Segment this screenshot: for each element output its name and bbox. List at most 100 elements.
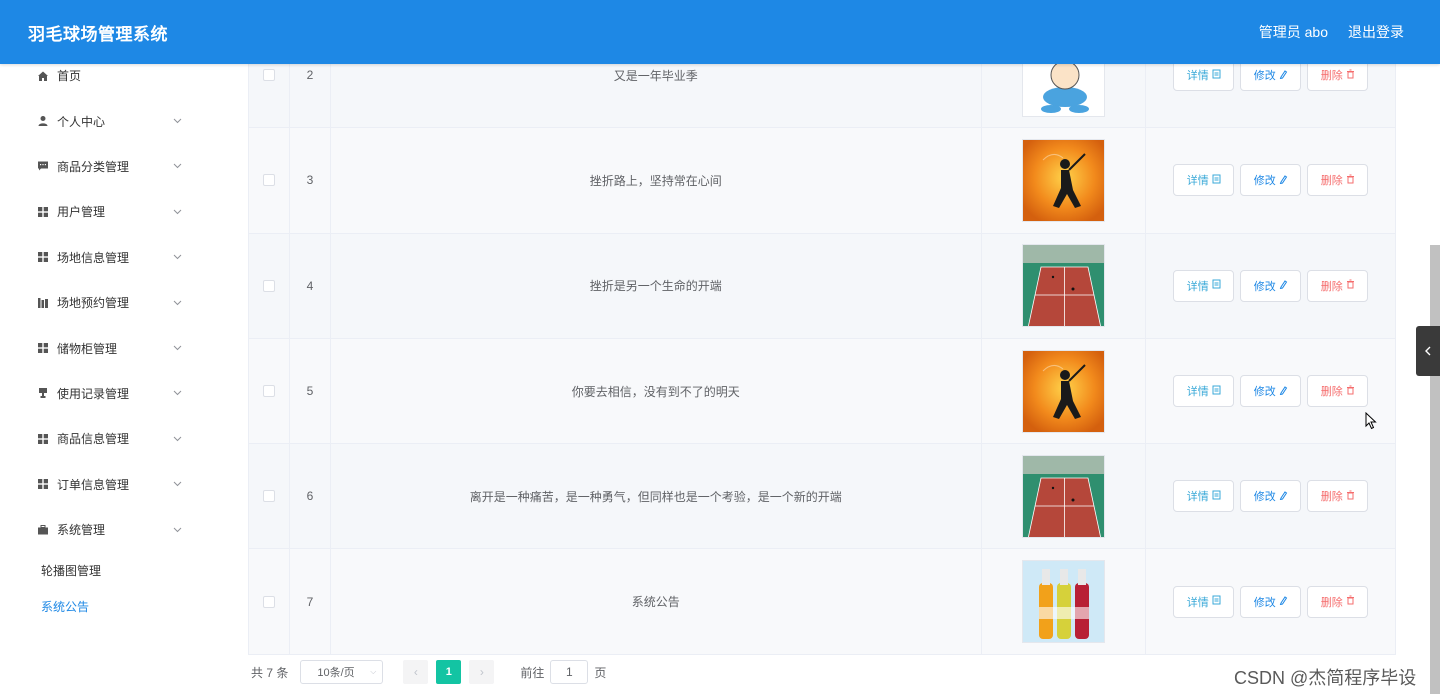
- row-index: 3: [290, 128, 331, 233]
- header-user-area: 管理员 abo 退出登录: [1259, 22, 1404, 42]
- edit-button-label: 修改: [1253, 491, 1276, 504]
- main-content: 2 又是一年毕业季 详情 修改 删除 3 挫折路上，坚持常在心间 详情 修改 删除 4 挫折是另一个生…: [214, 23, 1440, 694]
- row-checkbox[interactable]: [262, 595, 275, 608]
- sidebar: 首页 个人中心 商品分类管理 用户管理 场地信息管理 场地预约管理 储物柜管理 …: [0, 64, 214, 694]
- grid-icon: [37, 251, 49, 263]
- edit-button[interactable]: 修改: [1240, 269, 1302, 302]
- chevron-down-icon: [172, 207, 182, 217]
- goto-page-input[interactable]: [550, 660, 589, 684]
- current-user-label: 管理员 abo: [1258, 24, 1328, 40]
- detail-button-label: 详情: [1186, 491, 1209, 504]
- row-checkbox-cell: [249, 549, 290, 654]
- document-icon: [1212, 595, 1221, 608]
- edit-button[interactable]: 修改: [1240, 585, 1302, 618]
- delete-button-label: 删除: [1320, 70, 1343, 83]
- page-scrollbar[interactable]: [1430, 245, 1440, 694]
- row-image-cell: [982, 444, 1147, 549]
- edit-button[interactable]: 修改: [1240, 480, 1302, 513]
- row-checkbox-cell: [249, 338, 290, 444]
- user-icon: [37, 115, 49, 127]
- pencil-icon: [1279, 174, 1288, 187]
- row-index: 6: [290, 444, 331, 549]
- goto-page: 前往 页: [520, 660, 606, 684]
- sidebar-item-usage-records[interactable]: 使用记录管理: [0, 371, 214, 416]
- detail-button-label: 详情: [1186, 175, 1209, 188]
- pagination-total: 共 7 条: [251, 665, 289, 680]
- sidebar-item-orders[interactable]: 订单信息管理: [0, 462, 214, 507]
- chart-icon: [37, 297, 49, 309]
- sidebar-item-label: 系统管理: [57, 523, 106, 538]
- sidebar-subitem-announcement[interactable]: 系统公告: [0, 588, 214, 624]
- row-title: 你要去相信，没有到不了的明天: [331, 338, 982, 444]
- trash-icon: [1346, 385, 1355, 398]
- delete-button-label: 删除: [1320, 175, 1343, 188]
- sidebar-item-label: 场地信息管理: [57, 250, 130, 265]
- row-actions: 详情 修改 删除: [1146, 444, 1395, 548]
- row-checkbox[interactable]: [262, 174, 275, 187]
- prev-page-button[interactable]: ‹: [403, 660, 429, 684]
- trash-icon: [1346, 490, 1355, 503]
- chevron-left-icon: [1425, 346, 1431, 356]
- collapse-panel-handle[interactable]: [1416, 326, 1440, 376]
- sidebar-item-label: 储物柜管理: [57, 341, 118, 356]
- chevron-down-icon: [172, 298, 182, 308]
- detail-button[interactable]: 详情: [1173, 164, 1235, 197]
- detail-button[interactable]: 详情: [1173, 375, 1235, 408]
- row-title: 离开是一种痛苦，是一种勇气，但同样也是一个考验，是一个新的开端: [331, 444, 982, 549]
- row-checkbox[interactable]: [262, 279, 275, 292]
- row-checkbox[interactable]: [262, 385, 275, 398]
- briefcase-icon: [37, 524, 49, 536]
- delete-button[interactable]: 删除: [1307, 375, 1369, 408]
- chevron-down-icon: [172, 116, 182, 126]
- pencil-icon: [1279, 69, 1288, 82]
- next-page-button[interactable]: ›: [469, 660, 495, 684]
- sidebar-item-system[interactable]: 系统管理: [0, 507, 214, 552]
- row-checkbox[interactable]: [262, 69, 275, 82]
- document-icon: [1212, 69, 1221, 82]
- sidebar-item-label: 使用记录管理: [57, 386, 130, 401]
- sidebar-item-label: 商品分类管理: [57, 159, 130, 174]
- edit-button[interactable]: 修改: [1240, 375, 1302, 408]
- grid-icon: [37, 478, 49, 490]
- sidebar-item-users[interactable]: 用户管理: [0, 189, 214, 234]
- watermark: CSDN @杰简程序毕设: [1234, 668, 1417, 688]
- chevron-down-icon: [172, 434, 182, 444]
- row-index: 7: [290, 549, 331, 654]
- sidebar-subitem-carousel[interactable]: 轮播图管理: [0, 552, 214, 588]
- delete-button[interactable]: 删除: [1307, 164, 1369, 197]
- sidebar-item-label: 商品信息管理: [57, 432, 130, 447]
- edit-button-label: 修改: [1253, 280, 1276, 293]
- sidebar-item-personal-center[interactable]: 个人中心: [0, 98, 214, 143]
- chevron-down-icon: [172, 525, 182, 535]
- delete-button[interactable]: 删除: [1307, 480, 1369, 513]
- sidebar-item-venue-info[interactable]: 场地信息管理: [0, 235, 214, 280]
- announcement-table: 2 又是一年毕业季 详情 修改 删除 3 挫折路上，坚持常在心间 详情 修改 删除 4 挫折是另一个生…: [248, 23, 1396, 655]
- row-thumbnail-image: [1022, 454, 1106, 538]
- sidebar-item-category[interactable]: 商品分类管理: [0, 144, 214, 189]
- page-number-1[interactable]: 1: [436, 660, 462, 684]
- pencil-icon: [1279, 595, 1288, 608]
- delete-button-label: 删除: [1320, 386, 1343, 399]
- chevron-down-icon: [172, 388, 182, 398]
- sidebar-item-label: 个人中心: [57, 114, 106, 129]
- pagination: 共 7 条 10条/页 ⌵ ‹ 1 › 前往 页: [251, 660, 606, 684]
- table-row: 5 你要去相信，没有到不了的明天 详情 修改 删除: [249, 338, 1395, 445]
- row-checkbox-cell: [249, 233, 290, 338]
- sidebar-item-locker[interactable]: 储物柜管理: [0, 325, 214, 370]
- sidebar-item-label: 订单信息管理: [57, 477, 130, 492]
- sidebar-item-product-info[interactable]: 商品信息管理: [0, 416, 214, 461]
- logout-button[interactable]: 退出登录: [1348, 22, 1404, 42]
- page-size-select[interactable]: 10条/页 ⌵: [300, 660, 384, 684]
- edit-button[interactable]: 修改: [1240, 164, 1302, 197]
- delete-button[interactable]: 删除: [1307, 269, 1369, 302]
- trash-icon: [1346, 69, 1355, 82]
- row-actions: 详情 修改 删除: [1146, 234, 1395, 338]
- row-checkbox[interactable]: [262, 490, 275, 503]
- detail-button[interactable]: 详情: [1173, 585, 1235, 618]
- delete-button[interactable]: 删除: [1307, 585, 1369, 618]
- detail-button[interactable]: 详情: [1173, 269, 1235, 302]
- edit-button-label: 修改: [1253, 70, 1276, 83]
- sidebar-item-venue-booking[interactable]: 场地预约管理: [0, 280, 214, 325]
- table-row: 3 挫折路上，坚持常在心间 详情 修改 删除: [249, 128, 1395, 234]
- detail-button[interactable]: 详情: [1173, 480, 1235, 513]
